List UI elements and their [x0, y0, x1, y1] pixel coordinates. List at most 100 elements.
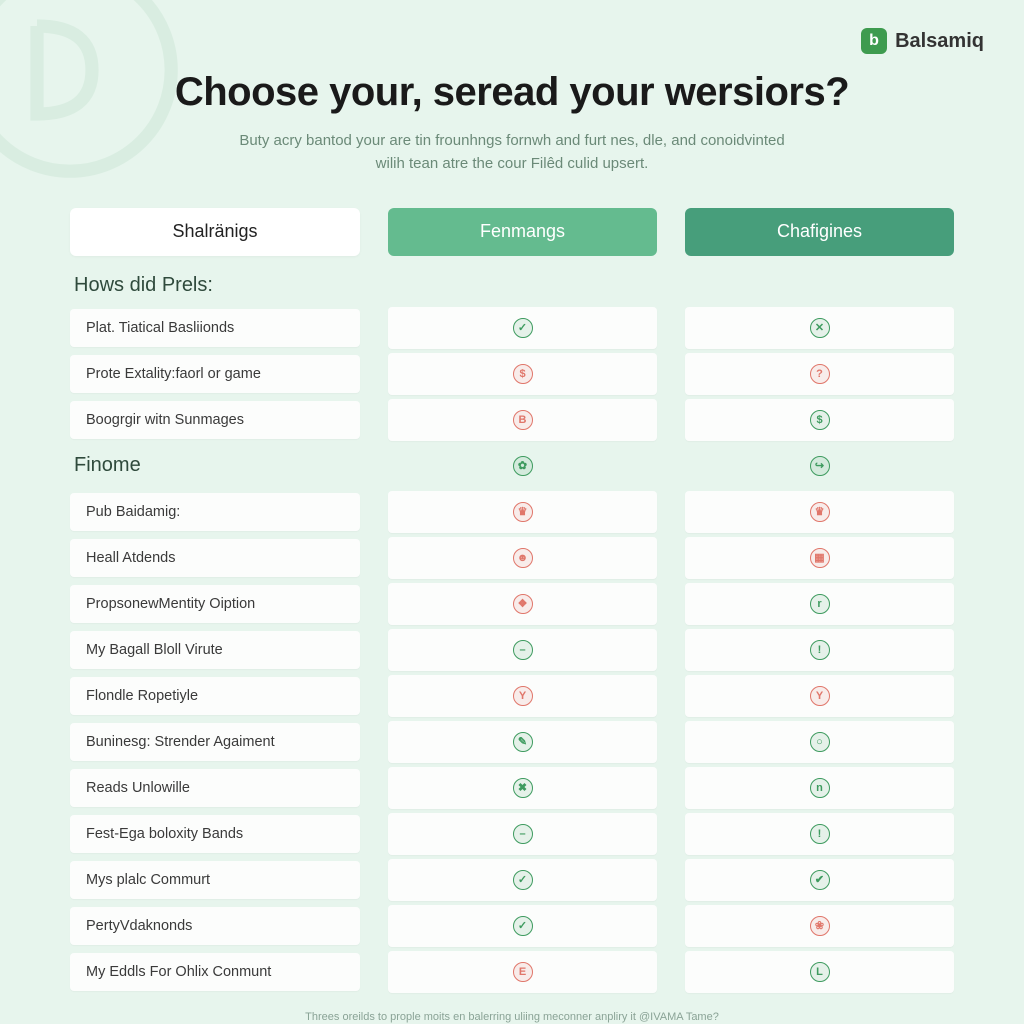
feature-status-cell: ❀: [685, 905, 954, 947]
feature-status-cell: ✕: [685, 307, 954, 349]
feature-row: Plat. Tiatical Basliionds ✓ ✕: [70, 307, 954, 349]
feature-label: PropsonewMentity Oiption: [70, 585, 360, 623]
feature-status-cell: ✓: [388, 307, 657, 349]
feature-status-cell: ✎: [388, 721, 657, 763]
cube-icon: ❖: [513, 594, 533, 614]
feature-row: Flondle Ropetiyle Y Y: [70, 675, 954, 717]
r-icon: r: [810, 594, 830, 614]
feature-label: Prote Extality:faorl or game: [70, 355, 360, 393]
x-icon: ✕: [810, 318, 830, 338]
feature-label: Buninesg: Strender Agaiment: [70, 723, 360, 761]
dash-icon: –: [513, 824, 533, 844]
feature-status-cell: ✓: [388, 859, 657, 901]
feature-label: Heall Atdends: [70, 539, 360, 577]
arrow-icon: ↪: [810, 456, 830, 476]
feature-status-cell: ♛: [388, 491, 657, 533]
section-title-icon: ✿: [388, 445, 657, 487]
x2-icon: ✖: [513, 778, 533, 798]
feature-row: Pub Baidamig: ♛ ♛: [70, 491, 954, 533]
feature-row: Prote Extality:faorl or game $?: [70, 353, 954, 395]
page-subtitle: Buty acry bantod your are tin frounhngs …: [232, 129, 792, 176]
feature-status-cell: ✖: [388, 767, 657, 809]
feature-row: Reads Unlowille ✖ n: [70, 767, 954, 809]
feature-status-cell: –: [388, 813, 657, 855]
check2-icon: ✔: [810, 870, 830, 890]
dollar-icon: $: [810, 410, 830, 430]
feature-label: Mys plalc Commurt: [70, 861, 360, 899]
feature-row: Fest-Ega boloxity Bands –!: [70, 813, 954, 855]
feature-status-cell: !: [685, 629, 954, 671]
q-icon: ?: [810, 364, 830, 384]
footer-note: Threes oreilds to prople moits en balerr…: [70, 1011, 954, 1023]
trophy-icon: Y: [810, 686, 830, 706]
n-icon: n: [810, 778, 830, 798]
section-title: Hows did Prels:: [74, 274, 954, 297]
b-icon: B: [513, 410, 533, 430]
trophy-icon: Y: [513, 686, 533, 706]
feature-label: Plat. Tiatical Basliionds: [70, 309, 360, 347]
feature-label: My Bagall Bloll Virute: [70, 631, 360, 669]
check-icon: ✓: [513, 870, 533, 890]
tab-fenmangs[interactable]: Fenmangs: [388, 208, 657, 256]
feature-label: Reads Unlowille: [70, 769, 360, 807]
feature-status-cell: L: [685, 951, 954, 993]
feature-status-cell: ♛: [685, 491, 954, 533]
feature-status-cell: Y: [685, 675, 954, 717]
feature-status-cell: ?: [685, 353, 954, 395]
l-icon: L: [810, 962, 830, 982]
feature-status-cell: Y: [388, 675, 657, 717]
e-icon: E: [513, 962, 533, 982]
feature-label: PertyVdaknonds: [70, 907, 360, 945]
brand-logo-icon: b: [861, 28, 887, 54]
feature-row: Boogrgir witn Sunmages B $: [70, 399, 954, 441]
feature-status-cell: r: [685, 583, 954, 625]
brand-name: Balsamiq: [895, 30, 984, 53]
bang-icon: !: [810, 824, 830, 844]
feature-row: My Bagall Bloll Virute –!: [70, 629, 954, 671]
feature-status-cell: ✔: [685, 859, 954, 901]
feature-status-cell: –: [388, 629, 657, 671]
crown-icon: ♛: [513, 502, 533, 522]
dash-icon: –: [513, 640, 533, 660]
crown-icon: ♛: [810, 502, 830, 522]
tab-shalranigs[interactable]: Shalränigs: [70, 208, 360, 256]
feature-status-cell: $: [685, 399, 954, 441]
face-icon: ☻: [513, 548, 533, 568]
feature-status-cell: !: [685, 813, 954, 855]
tab-row: Shalränigs Fenmangs Chafigines: [70, 208, 954, 256]
feature-row: Mys plalc Commurt ✓ ✔: [70, 859, 954, 901]
feature-row: Heall Atdends ☻ ▦: [70, 537, 954, 579]
feature-status-cell: ❖: [388, 583, 657, 625]
section-title-icon: ↪: [685, 445, 954, 487]
feature-status-cell: ○: [685, 721, 954, 763]
section-title: Finome: [70, 446, 360, 485]
berry-icon: ❀: [810, 916, 830, 936]
feature-status-cell: n: [685, 767, 954, 809]
pen-icon: ✎: [513, 732, 533, 752]
feature-status-cell: B: [388, 399, 657, 441]
feature-row: PertyVdaknonds ✓ ❀: [70, 905, 954, 947]
circle-icon: ○: [810, 732, 830, 752]
check-icon: ✓: [513, 916, 533, 936]
feature-row: PropsonewMentity Oiption ❖ r: [70, 583, 954, 625]
leaf-icon: ✿: [513, 456, 533, 476]
feature-row: My Eddls For Ohlix Conmunt E L: [70, 951, 954, 993]
feature-label: Fest-Ega boloxity Bands: [70, 815, 360, 853]
bang-icon: !: [810, 640, 830, 660]
tab-chafigines[interactable]: Chafigines: [685, 208, 954, 256]
brand-header: b Balsamiq: [861, 28, 984, 54]
gift-icon: ▦: [810, 548, 830, 568]
dollar-icon: $: [513, 364, 533, 384]
check-icon: ✓: [513, 318, 533, 338]
feature-status-cell: ✓: [388, 905, 657, 947]
feature-status-cell: ▦: [685, 537, 954, 579]
feature-label: My Eddls For Ohlix Conmunt: [70, 953, 360, 991]
feature-status-cell: $: [388, 353, 657, 395]
feature-label: Pub Baidamig:: [70, 493, 360, 531]
feature-row: Buninesg: Strender Agaiment ✎ ○: [70, 721, 954, 763]
feature-status-cell: ☻: [388, 537, 657, 579]
feature-label: Flondle Ropetiyle: [70, 677, 360, 715]
page-title: Choose your, seread your wersiors?: [70, 70, 954, 115]
feature-status-cell: E: [388, 951, 657, 993]
feature-label: Boogrgir witn Sunmages: [70, 401, 360, 439]
